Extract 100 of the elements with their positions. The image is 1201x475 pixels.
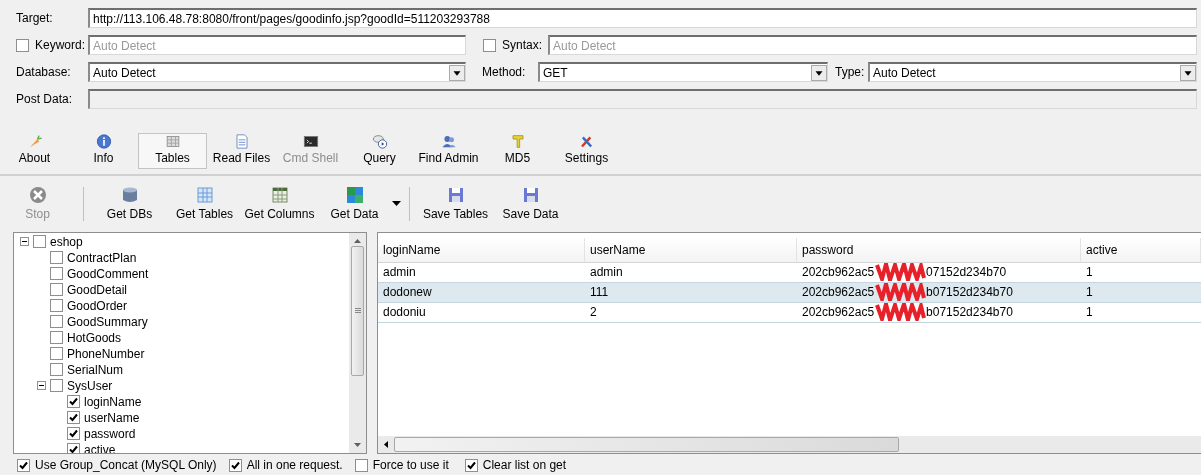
checkbox[interactable] — [228, 458, 242, 472]
checkbox[interactable] — [17, 458, 30, 472]
checkbox[interactable] — [50, 251, 63, 265]
checkbox[interactable] — [67, 443, 80, 453]
terminal-icon — [301, 134, 320, 149]
toolbar-tab[interactable]: Tables — [138, 133, 207, 169]
checkbox[interactable] — [50, 347, 63, 361]
database-icon — [120, 186, 139, 205]
tree-item[interactable]: GoodSummary — [67, 314, 148, 329]
column-header[interactable]: loginName — [378, 237, 585, 262]
post-data-label: Post Data: — [16, 92, 74, 106]
tree-item[interactable]: GoodOrder — [67, 298, 128, 313]
table-cell: 07152d234b70 — [926, 265, 1007, 280]
stop-icon — [28, 186, 47, 205]
toolbar-tab[interactable]: Settings — [552, 133, 621, 169]
scrollbar[interactable] — [378, 435, 1201, 453]
checkbox[interactable] — [50, 283, 63, 297]
database-label: Database: — [16, 65, 72, 79]
caret-icon[interactable] — [392, 201, 401, 207]
column-header[interactable]: password — [797, 237, 1081, 262]
checkbox[interactable] — [50, 363, 63, 377]
caret-icon[interactable] — [811, 64, 827, 81]
table-cell-text: admin — [382, 264, 417, 282]
toolbar-tab[interactable]: Read Files — [207, 133, 276, 169]
redaction-scribble — [874, 263, 927, 282]
tree-item[interactable]: eshop — [50, 234, 83, 249]
chat-bubbles-icon — [370, 134, 389, 149]
table-cell: 202cb962ac5 — [802, 305, 875, 320]
toolbar-tab[interactable]: MD5 — [483, 133, 552, 169]
toolbar-button[interactable]: Get Tables — [167, 186, 242, 222]
toolbar-button[interactable]: Get Columns — [242, 186, 317, 222]
table-row[interactable]: dodonew 111 202cb962ac5 b07152d234b70 1 — [378, 282, 1201, 303]
type-dropdown[interactable]: Auto Detect — [868, 62, 1197, 82]
checkbox[interactable] — [33, 235, 46, 249]
toolbar-button[interactable]: Save Data — [493, 186, 568, 222]
checkbox[interactable] — [67, 395, 80, 409]
column-header[interactable]: active — [1081, 237, 1201, 262]
expander-icon[interactable] — [20, 237, 29, 247]
toolbar-tab[interactable]: About — [0, 133, 69, 169]
checkbox[interactable] — [483, 38, 496, 52]
table-row[interactable]: dodoniu 2 202cb962ac5 b07152d234b70 1 — [378, 302, 1201, 323]
column-header[interactable]: userName — [585, 237, 797, 262]
table-cell-text: 1 — [1085, 304, 1094, 322]
table-row[interactable]: admin admin 202cb962ac5 07152d234b70 1 — [378, 262, 1201, 283]
option-label: Use Group_Concat (MySQL Only) — [35, 458, 217, 473]
toolbar-button[interactable]: Get DBs — [92, 186, 167, 222]
table-cell-text: 1 — [1085, 284, 1094, 302]
table-cell: 202cb962ac5 — [802, 265, 875, 280]
checkbox[interactable] — [50, 315, 63, 329]
tree-item[interactable]: GoodDetail — [67, 282, 128, 297]
tree-item[interactable]: SysUser — [67, 378, 113, 393]
scrollbar[interactable] — [349, 232, 366, 453]
expander-icon[interactable] — [37, 381, 46, 391]
tree-item[interactable]: GoodComment — [67, 266, 149, 281]
tree-item[interactable]: loginName — [84, 394, 142, 409]
syntax-label: Syntax: — [502, 38, 544, 52]
grip-icon — [354, 308, 361, 314]
table-cell-text: 111 — [589, 284, 610, 302]
table-cell: b07152d234b70 — [926, 285, 1013, 300]
checkbox[interactable] — [50, 267, 63, 281]
checkbox[interactable] — [354, 458, 368, 472]
tree-item[interactable]: password — [84, 426, 136, 441]
toolbar-tab[interactable]: Find Admin — [414, 133, 483, 169]
option-label: Clear list on get — [482, 458, 567, 473]
checkbox[interactable] — [50, 331, 63, 345]
type-label: Type: — [835, 65, 866, 79]
grid-icon — [195, 186, 214, 205]
caret-icon[interactable] — [449, 64, 465, 81]
method-label: Method: — [482, 65, 527, 79]
scroll-left-icon[interactable] — [384, 440, 388, 448]
keyword-label: Keyword: — [35, 38, 87, 52]
scroll-down-icon[interactable] — [354, 442, 361, 447]
tree-item[interactable]: PhoneNumber — [67, 346, 145, 361]
columns-icon — [270, 186, 289, 205]
keyword-field[interactable]: Auto Detect — [88, 35, 466, 55]
caret-icon[interactable] — [1180, 64, 1196, 81]
checkbox[interactable] — [16, 38, 29, 52]
tree-item[interactable]: HotGoods — [67, 330, 122, 345]
checkbox[interactable] — [50, 379, 63, 393]
tree-item[interactable]: userName — [84, 410, 140, 425]
target-label: Target: — [16, 11, 54, 25]
tree-item[interactable]: SerialNum — [67, 362, 123, 377]
table-cell-text: 2 — [589, 304, 598, 322]
checkbox[interactable] — [67, 427, 80, 441]
table-cell: b07152d234b70 — [926, 305, 1013, 320]
toolbar-tab[interactable]: Info — [69, 133, 138, 169]
method-dropdown[interactable]: GET — [538, 62, 828, 82]
scroll-up-icon[interactable] — [354, 238, 361, 243]
tree-item[interactable]: ContractPlan — [67, 250, 137, 265]
table-cell: 202cb962ac5 — [802, 285, 875, 300]
database-dropdown[interactable]: Auto Detect — [88, 62, 466, 82]
toolbar-tab[interactable]: Query — [345, 133, 414, 169]
checkbox[interactable] — [50, 299, 63, 313]
checkbox[interactable] — [464, 458, 478, 472]
table-cell-text: 1 — [1085, 264, 1094, 282]
target-field[interactable]: http://113.106.48.78:8080/front/pages/goodinfo.jsp?goodId=511203293788 — [88, 8, 1197, 28]
toolbar-button[interactable]: Get Data — [317, 186, 392, 222]
toolbar-button[interactable]: Save Tables — [418, 186, 493, 222]
checkbox[interactable] — [67, 411, 80, 425]
syntax-field[interactable]: Auto Detect — [548, 35, 1197, 55]
